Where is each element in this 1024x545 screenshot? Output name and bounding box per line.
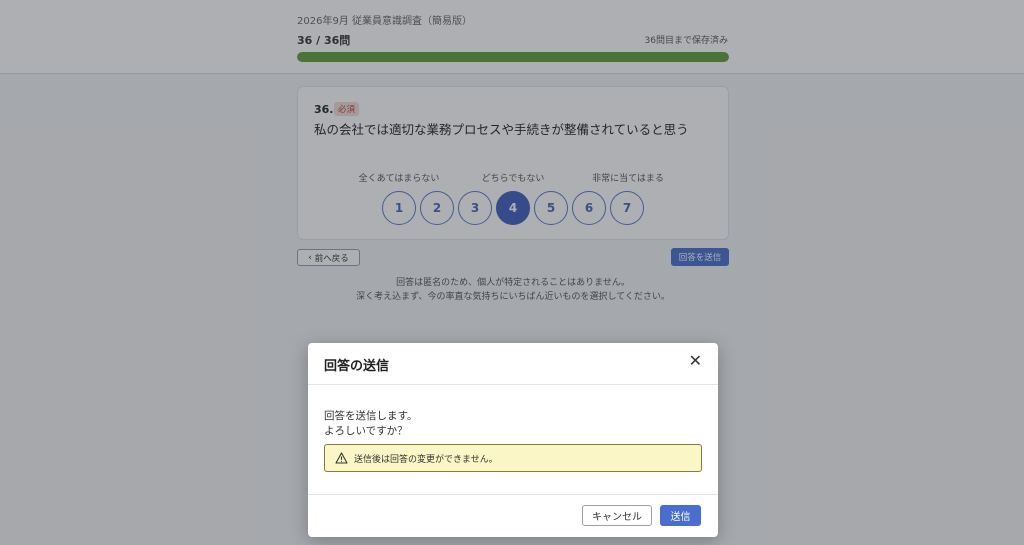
submit-confirm-dialog: 回答の送信 ✕ 回答を送信します。 よろしいですか？ 送信後は回答の変更ができま… [308, 343, 718, 537]
dialog-message-line-1: 回答を送信します。 [324, 410, 418, 422]
dialog-divider [308, 384, 718, 385]
dialog-footer-divider [308, 494, 718, 495]
cancel-button[interactable]: キャンセル [582, 505, 652, 526]
warning-icon [335, 452, 348, 464]
dialog-title: 回答の送信 [324, 359, 390, 374]
warning-banner: 送信後は回答の変更ができません。 [324, 444, 702, 472]
warning-text: 送信後は回答の変更ができません。 [354, 454, 498, 465]
dialog-message-line-2: よろしいですか？ [324, 425, 408, 437]
send-button[interactable]: 送信 [660, 505, 701, 526]
close-icon[interactable]: ✕ [689, 353, 702, 369]
